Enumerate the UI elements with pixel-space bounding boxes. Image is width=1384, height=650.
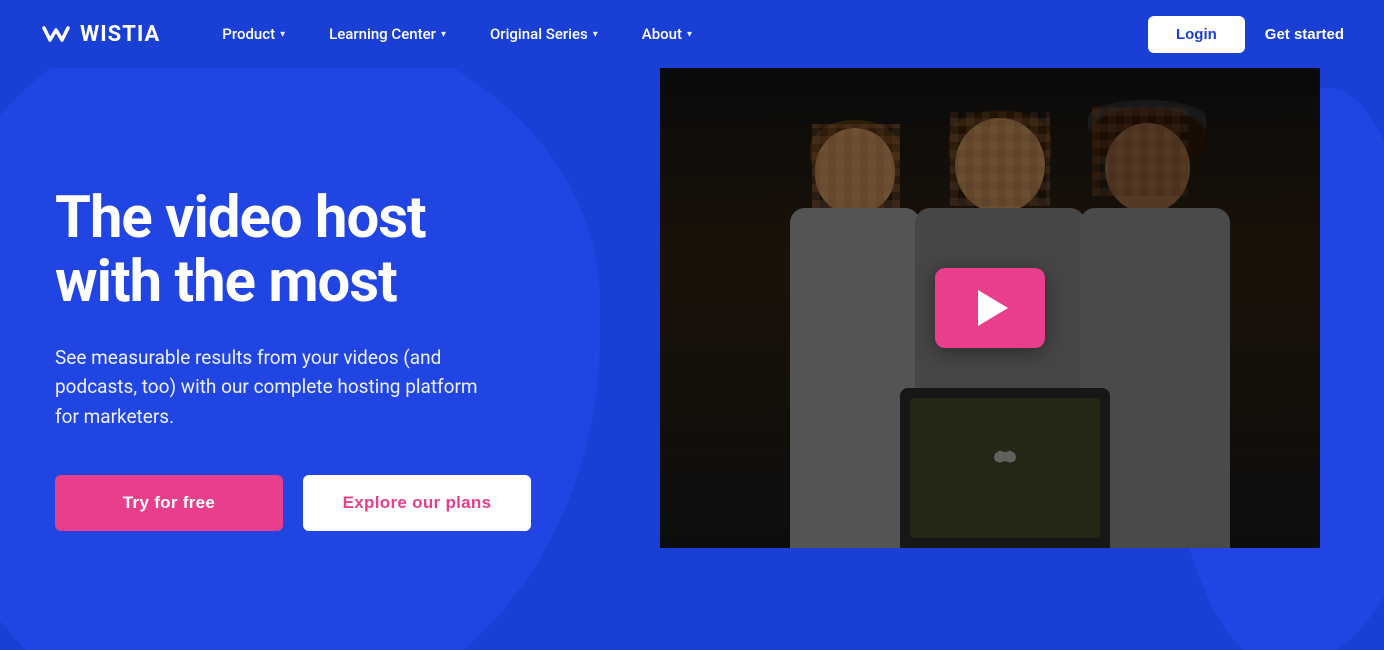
nav-about[interactable]: About ▾ xyxy=(620,0,714,68)
chevron-down-icon: ▾ xyxy=(441,29,446,40)
chevron-down-icon: ▾ xyxy=(280,29,285,40)
video-thumbnail[interactable] xyxy=(660,68,1320,548)
get-started-button[interactable]: Get started xyxy=(1265,26,1344,43)
nav-links: Product ▾ Learning Center ▾ Original Ser… xyxy=(200,0,1148,68)
laptop-screen xyxy=(910,398,1100,538)
hero-content: The video host with the most See measura… xyxy=(0,68,660,650)
face-blur-3 xyxy=(1092,106,1188,196)
play-button-overlay[interactable] xyxy=(935,268,1045,348)
hero-video-area xyxy=(660,68,1384,650)
hero-title: The video host with the most xyxy=(55,187,605,315)
hero-cta-group: Try for free Explore our plans xyxy=(55,475,605,531)
face-blur-2 xyxy=(950,112,1050,206)
chevron-down-icon: ▾ xyxy=(593,29,598,40)
try-free-button[interactable]: Try for free xyxy=(55,475,283,531)
hero-subtitle: See measurable results from your videos … xyxy=(55,343,485,431)
nav-original-series[interactable]: Original Series ▾ xyxy=(468,0,620,68)
navigation: WISTIA Product ▾ Learning Center ▾ Origi… xyxy=(0,0,1384,68)
nav-actions: Login Get started xyxy=(1148,16,1344,53)
nav-learning-center[interactable]: Learning Center ▾ xyxy=(307,0,468,68)
chevron-down-icon: ▾ xyxy=(687,29,692,40)
laptop xyxy=(900,388,1110,548)
play-button[interactable] xyxy=(935,268,1045,348)
play-icon xyxy=(978,290,1008,326)
hero-section: The video host with the most See measura… xyxy=(0,68,1384,650)
logo[interactable]: WISTIA xyxy=(40,18,160,50)
apple-logo xyxy=(988,451,1023,486)
wistia-logo-icon xyxy=(40,18,72,50)
explore-plans-button[interactable]: Explore our plans xyxy=(303,475,531,531)
logo-text: WISTIA xyxy=(80,22,160,47)
login-button[interactable]: Login xyxy=(1148,16,1245,53)
nav-product[interactable]: Product ▾ xyxy=(200,0,307,68)
face-blur-1 xyxy=(812,124,900,208)
